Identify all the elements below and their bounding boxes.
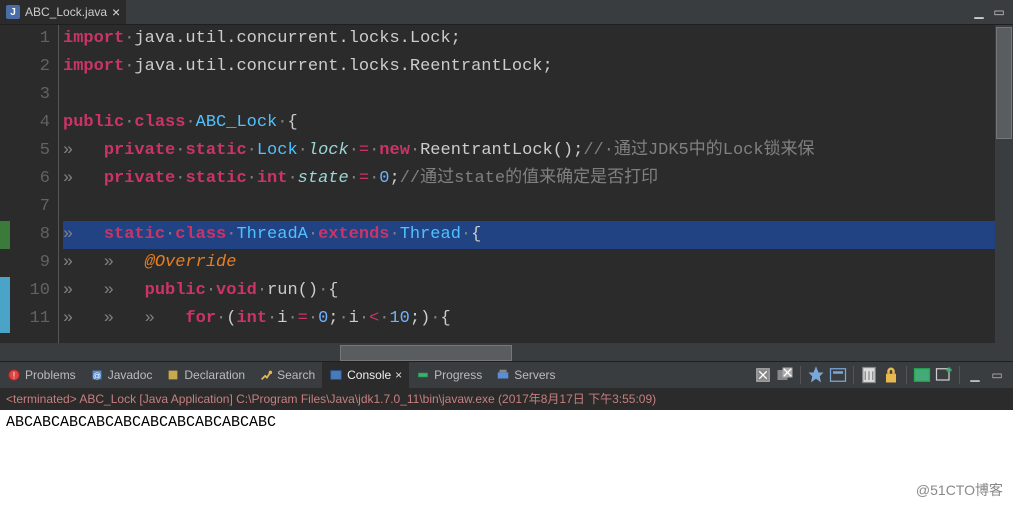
console-status: <terminated> ABC_Lock [Java Application]… xyxy=(0,388,1013,410)
code-line[interactable]: » » public·void·run()·{ xyxy=(63,277,995,305)
open-console-icon[interactable] xyxy=(912,365,932,385)
line-number: 1 xyxy=(0,25,50,53)
code-line[interactable]: » » @Override xyxy=(63,249,995,277)
editor-tab[interactable]: J ABC_Lock.java × xyxy=(0,0,126,24)
scroll-thumb[interactable] xyxy=(996,27,1012,139)
line-number: 6 xyxy=(0,165,50,193)
line-number: 3 xyxy=(0,81,50,109)
console-output[interactable]: ABCABCABCABCABCABCABCABCABCABC xyxy=(0,410,1013,506)
line-number: 7 xyxy=(0,193,50,221)
panel-tab-progress[interactable]: Progress xyxy=(409,362,489,388)
code-line[interactable]: » static·class·ThreadA·extends·Thread·{ xyxy=(63,221,995,249)
panel-tab-label: Problems xyxy=(25,368,76,382)
code-area[interactable]: import·java.util.concurrent.locks.Lock;i… xyxy=(59,25,995,343)
remove-all-icon[interactable] xyxy=(775,365,795,385)
java-file-icon: J xyxy=(6,5,20,19)
close-icon[interactable]: × xyxy=(395,368,402,382)
minimize-panel-icon[interactable]: ▁ xyxy=(965,365,985,385)
scroll-lock-icon[interactable] xyxy=(881,365,901,385)
ruler-marker xyxy=(0,277,10,333)
code-line[interactable]: public·class·ABC_Lock·{ xyxy=(63,109,995,137)
code-line[interactable]: import·java.util.concurrent.locks.Lock; xyxy=(63,25,995,53)
display-selected-icon[interactable] xyxy=(828,365,848,385)
tab-title: ABC_Lock.java xyxy=(25,5,107,19)
code-line[interactable]: » private·static·int·state·=·0;//通过state… xyxy=(63,165,995,193)
svg-text:!: ! xyxy=(13,371,15,381)
panel-tabbar: ! Problems @ Javadoc Declaration Search Consol… xyxy=(0,361,1013,388)
line-number: 9 xyxy=(0,249,50,277)
maximize-panel-icon[interactable]: ▭ xyxy=(987,365,1007,385)
horizontal-scrollbar[interactable] xyxy=(0,343,1013,361)
ruler-marker xyxy=(0,221,10,249)
line-number: 4 xyxy=(0,109,50,137)
close-icon[interactable]: × xyxy=(112,4,120,20)
panel-tab-label: Console xyxy=(347,368,391,382)
vertical-scrollbar[interactable] xyxy=(995,25,1013,343)
code-line[interactable] xyxy=(63,81,995,109)
panel-tab-problems[interactable]: ! Problems xyxy=(0,362,83,388)
panel-tab-declaration[interactable]: Declaration xyxy=(159,362,252,388)
console-toolbar: ▁ ▭ xyxy=(753,365,1013,385)
panel-tab-label: Servers xyxy=(514,368,555,382)
remove-launch-icon[interactable] xyxy=(753,365,773,385)
code-editor[interactable]: 1234567891011 import·java.util.concurren… xyxy=(0,25,1013,343)
panel-tab-label: Declaration xyxy=(184,368,245,382)
panel-tab-javadoc[interactable]: @ Javadoc xyxy=(83,362,160,388)
panel-tab-label: Progress xyxy=(434,368,482,382)
clear-console-icon[interactable] xyxy=(859,365,879,385)
maximize-icon[interactable]: ▭ xyxy=(991,5,1007,19)
window-buttons: ▁ ▭ xyxy=(971,5,1013,19)
code-line[interactable] xyxy=(63,193,995,221)
code-line[interactable]: » » » for·(int·i·=·0;·i·<·10;)·{ xyxy=(63,305,995,333)
new-console-icon[interactable] xyxy=(934,365,954,385)
code-line[interactable]: import·java.util.concurrent.locks.Reentr… xyxy=(63,53,995,81)
watermark: @51CTO博客 xyxy=(916,480,1003,500)
panel-tab-console[interactable]: Console × xyxy=(322,362,409,388)
line-number: 2 xyxy=(0,53,50,81)
panel-tab-search[interactable]: Search xyxy=(252,362,322,388)
minimize-icon[interactable]: ▁ xyxy=(971,5,987,19)
panel-tab-label: Search xyxy=(277,368,315,382)
line-number: 5 xyxy=(0,137,50,165)
code-line[interactable]: » private·static·Lock·lock·=·new·Reentra… xyxy=(63,137,995,165)
panel-tab-servers[interactable]: Servers xyxy=(489,362,562,388)
pin-console-icon[interactable] xyxy=(806,365,826,385)
svg-text:@: @ xyxy=(93,372,101,381)
editor-tabbar: J ABC_Lock.java × ▁ ▭ xyxy=(0,0,1013,25)
panel-tab-label: Javadoc xyxy=(108,368,153,382)
scroll-thumb[interactable] xyxy=(340,345,512,361)
